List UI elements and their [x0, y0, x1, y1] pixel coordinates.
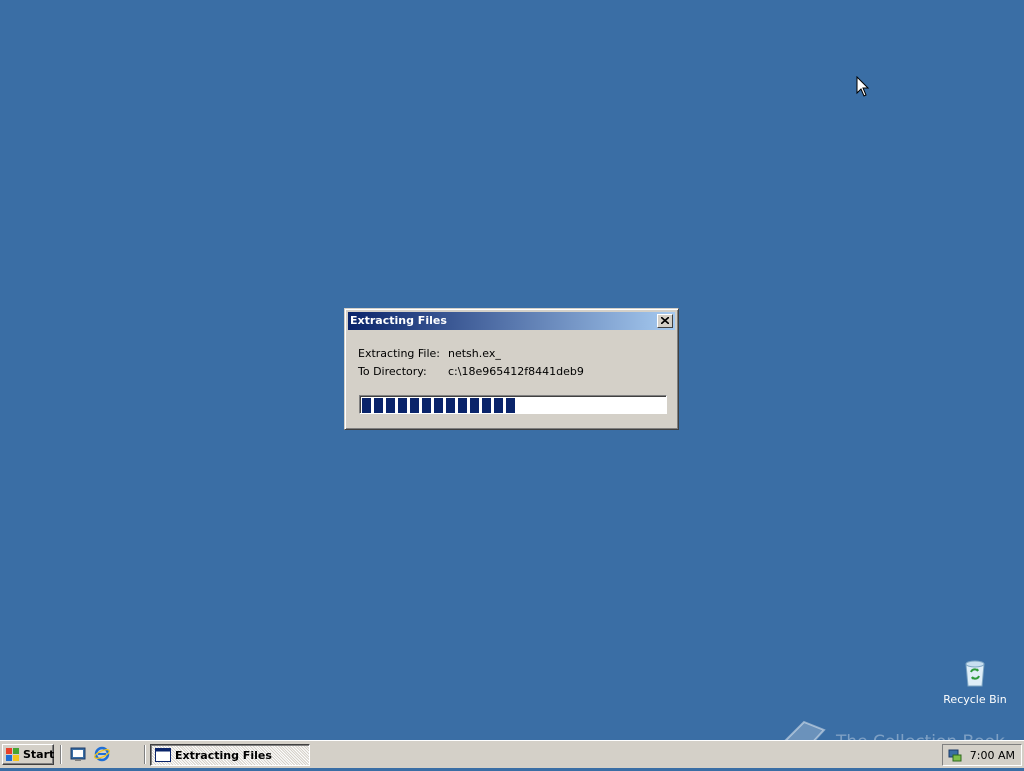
system-tray: 7:00 AM — [942, 744, 1022, 766]
extracting-file-label: Extracting File: — [358, 347, 441, 360]
progress-block — [422, 398, 431, 413]
close-icon — [661, 317, 669, 324]
taskbar-separator — [60, 745, 62, 764]
task-button-label: Extracting Files — [175, 749, 272, 762]
recycle-bin[interactable]: Recycle Bin — [940, 656, 1010, 706]
progress-block — [470, 398, 479, 413]
windows-logo-icon — [6, 748, 19, 761]
progress-block — [386, 398, 395, 413]
network-icon[interactable] — [947, 748, 963, 764]
recycle-bin-icon — [965, 660, 985, 687]
desktop: Extracting Files Extracting File: netsh.… — [0, 0, 1024, 740]
progress-block — [482, 398, 491, 413]
progress-fill — [362, 398, 664, 413]
mouse-cursor-icon — [856, 76, 870, 97]
taskbar-separator — [144, 745, 146, 764]
progress-block — [374, 398, 383, 413]
extracting-file-value: netsh.ex_ — [448, 347, 501, 360]
progress-block — [458, 398, 467, 413]
internet-explorer-icon[interactable] — [94, 746, 110, 762]
extraction-progress-bar — [359, 395, 667, 414]
progress-block — [506, 398, 515, 413]
progress-block — [446, 398, 455, 413]
dialog-titlebar[interactable]: Extracting Files — [348, 312, 675, 330]
task-button-extracting-files[interactable]: Extracting Files — [150, 744, 310, 766]
start-button[interactable]: Start — [2, 744, 54, 765]
progress-block — [434, 398, 443, 413]
window-icon — [155, 748, 171, 762]
show-desktop-icon[interactable] — [70, 746, 86, 762]
progress-block — [398, 398, 407, 413]
start-label: Start — [23, 748, 55, 761]
clock[interactable]: 7:00 AM — [970, 749, 1015, 762]
taskbar: Start Extracting Files 7:00 AM — [0, 740, 1024, 768]
close-button[interactable] — [657, 314, 673, 328]
progress-block — [410, 398, 419, 413]
to-directory-value: c:\18e965412f8441deb9 — [448, 365, 584, 378]
to-directory-label: To Directory: — [358, 365, 427, 378]
recycle-bin-label: Recycle Bin — [943, 693, 1007, 706]
extracting-files-dialog: Extracting Files Extracting File: netsh.… — [344, 308, 679, 430]
progress-block — [494, 398, 503, 413]
progress-block — [362, 398, 371, 413]
dialog-title: Extracting Files — [350, 314, 447, 327]
